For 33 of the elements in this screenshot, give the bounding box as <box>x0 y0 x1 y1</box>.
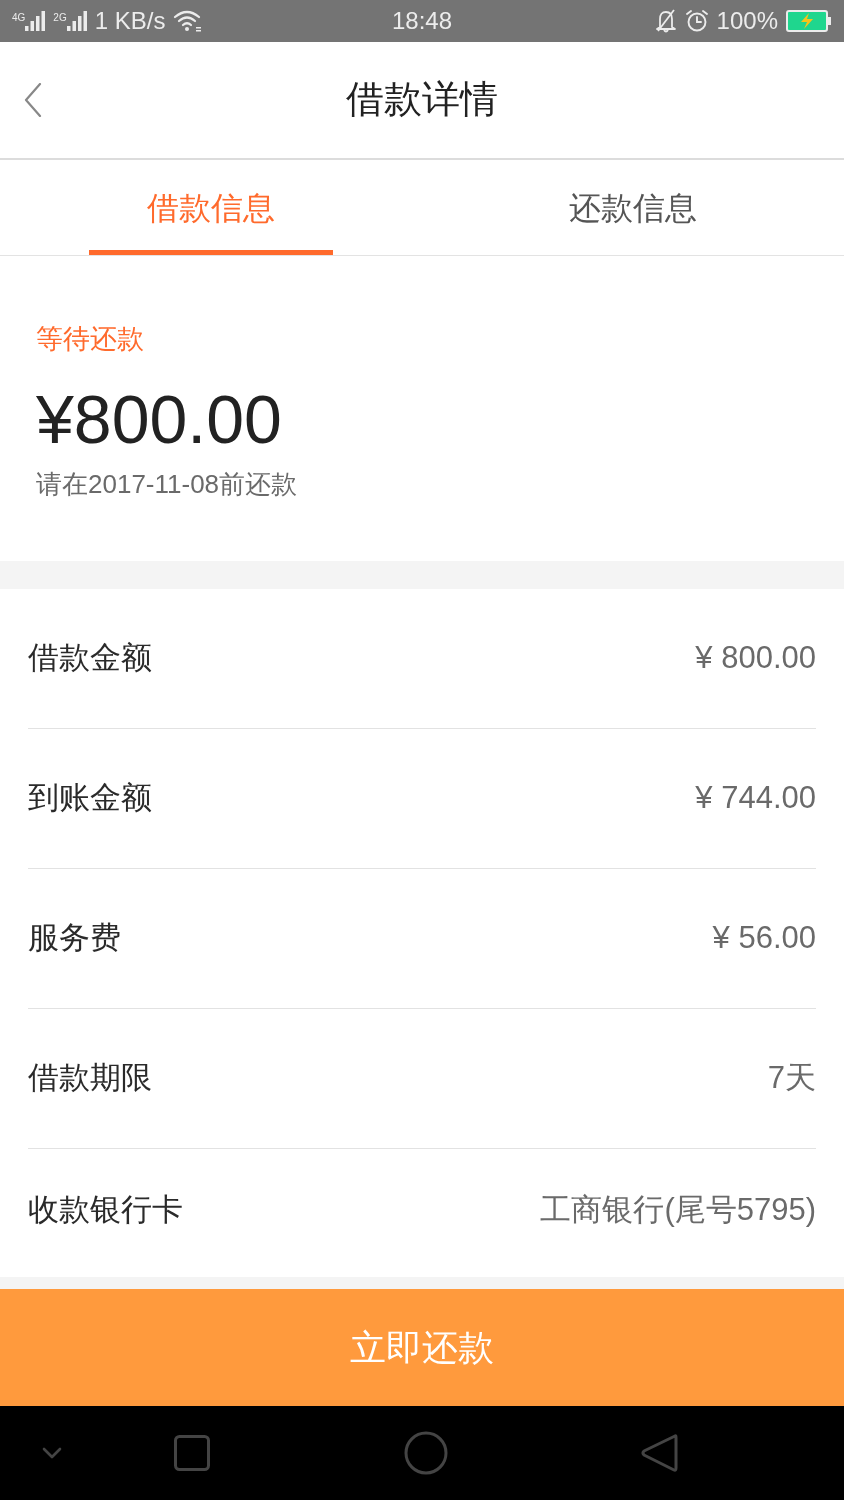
repay-button[interactable]: 立即还款 <box>0 1289 844 1406</box>
charging-battery-icon <box>786 10 832 32</box>
detail-value: ¥ 744.00 <box>695 779 816 818</box>
loan-status: 等待还款 <box>36 326 144 353</box>
wifi-icon <box>173 10 204 32</box>
detail-value: ¥ 800.00 <box>695 639 816 678</box>
detail-label: 收款银行卡 <box>28 1190 183 1229</box>
page-title: 借款详情 <box>346 77 498 123</box>
clock-time: 18:48 <box>391 6 453 36</box>
tab[interactable]: 还款信息 <box>511 160 755 255</box>
detail-label: 到账金额 <box>28 779 152 818</box>
detail-value: 工商银行(尾号5795) <box>540 1190 816 1229</box>
recent-apps-icon[interactable] <box>174 1435 210 1471</box>
loan-amount: ¥800.00 <box>36 385 282 453</box>
detail-label: 借款金额 <box>28 639 152 678</box>
back-triangle-icon[interactable] <box>640 1433 678 1473</box>
due-date-note: 请在2017-11-08前还款 <box>36 471 298 497</box>
signal-bars-icon <box>66 11 87 31</box>
network-speed: 1 KB/s <box>94 6 166 36</box>
network-type-label: 4G <box>12 13 26 23</box>
detail-value: 7天 <box>767 1059 816 1098</box>
network-type-label: 2G <box>53 13 67 23</box>
detail-label: 服务费 <box>28 919 121 958</box>
back-chevron-icon[interactable] <box>24 83 42 117</box>
detail-label: 借款期限 <box>28 1059 152 1098</box>
chevron-down-icon[interactable] <box>42 1447 62 1459</box>
battery-percent: 100% <box>716 6 778 36</box>
home-icon[interactable] <box>404 1431 448 1475</box>
tab[interactable]: 借款信息 <box>89 160 333 255</box>
alarm-clock-icon <box>684 9 709 33</box>
muted-bell-icon <box>654 9 677 33</box>
detail-value: ¥ 56.00 <box>712 919 816 958</box>
signal-bars-icon <box>25 11 46 31</box>
